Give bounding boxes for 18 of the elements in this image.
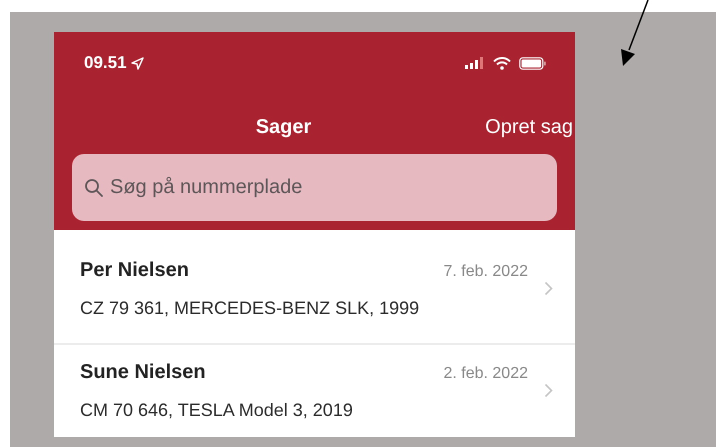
case-date: 2. feb. 2022 [443, 364, 528, 384]
chevron-icon [544, 281, 553, 296]
create-case-button[interactable]: Opret sag [485, 112, 573, 142]
wifi-icon [493, 56, 511, 70]
owner-name: Per Nielsen [80, 258, 189, 283]
clock-text: 09.51 [84, 52, 127, 74]
case-row[interactable]: Sune Nielsen 2. feb. 2022 CM 70 646, TESLA Model 3, 2019 [54, 345, 575, 435]
screen-title: Sager [256, 115, 312, 140]
case-row[interactable]: Per Nielsen 7. feb. 2022 CZ 79 361, MERCEDES-BENZ SLK, 1999 [54, 230, 575, 345]
chevron-icon [544, 382, 553, 398]
signal-icon [465, 57, 485, 69]
owner-name: Sune Nielsen [80, 360, 206, 384]
battery-icon [519, 56, 547, 70]
location-icon [130, 56, 144, 70]
search-field[interactable]: Søg på nummerplade [72, 154, 557, 221]
vehicle-details: CM 70 646, TESLA Model 3, 2019 [80, 398, 354, 422]
vehicle-details: CZ 79 361, MERCEDES-BENZ SLK, 1999 [80, 297, 420, 320]
case-date: 7. feb. 2022 [443, 262, 528, 282]
